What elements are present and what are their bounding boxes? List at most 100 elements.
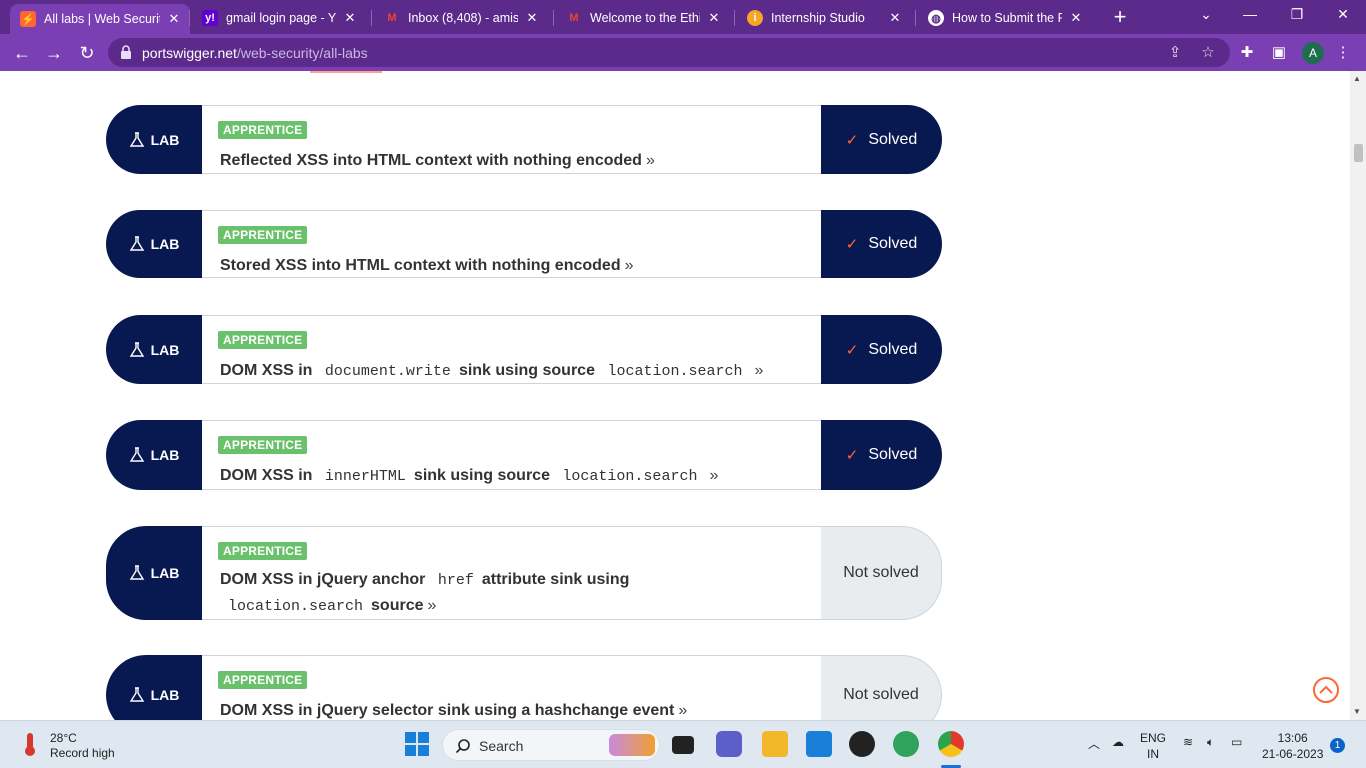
browser-tab[interactable]: ◍ How to Submit the Pr ✕ <box>918 4 1092 32</box>
notification-badge[interactable]: 1 <box>1330 738 1345 753</box>
level-badge: APPRENTICE <box>218 436 308 454</box>
flask-icon <box>129 236 144 251</box>
page-content: LAB APPRENTICE Reflected XSS into HTML con… <box>0 71 1350 720</box>
lab-status-label: Solved <box>868 340 918 358</box>
gmail-icon: M <box>387 12 397 24</box>
tray-overflow-chevron-icon[interactable]: ︿ <box>1088 735 1100 752</box>
browser-toolbar: ← → ↻ portswigger.net/web-security/all-l… <box>0 34 1366 71</box>
dell-icon[interactable] <box>849 731 875 757</box>
lab-card[interactable]: LAB APPRENTICE DOM XSS in jQuery selector … <box>106 655 942 720</box>
yahoo-icon: y! <box>202 10 218 26</box>
side-panel-icon[interactable]: ▣ <box>1268 42 1290 64</box>
lab-title-link[interactable]: DOM XSS in document.write sink using sour… <box>220 358 810 384</box>
lab-title-link[interactable]: DOM XSS in jQuery selector sink using a … <box>220 698 810 720</box>
back-button[interactable]: ← <box>10 41 34 65</box>
close-window-button[interactable]: ✕ <box>1333 6 1353 23</box>
profile-avatar[interactable]: A <box>1302 42 1324 64</box>
minimize-button[interactable]: — <box>1240 6 1260 22</box>
lab-title-link[interactable]: DOM XSS in innerHTML sink using source lo… <box>220 463 810 489</box>
scroll-up-arrow-icon[interactable]: ▲ <box>1353 74 1361 83</box>
search-icon <box>455 739 470 754</box>
lab-card[interactable]: LAB APPRENTICE Stored XSS into HTML contex… <box>106 210 942 278</box>
double-chevron-right-icon: » <box>645 152 655 169</box>
url-host: portswigger.net <box>142 45 237 61</box>
browser-tab[interactable]: ⚡ All labs | Web Security ✕ <box>10 4 190 34</box>
tab-close-icon[interactable]: ✕ <box>1068 10 1084 26</box>
weather-temp: 28°C <box>50 731 77 745</box>
lab-title-link[interactable]: Reflected XSS into HTML context with not… <box>220 148 810 173</box>
heading-remnant <box>310 71 382 73</box>
mail-icon[interactable] <box>806 731 832 757</box>
language-indicator[interactable]: ENG IN <box>1140 730 1166 762</box>
chrome-icon[interactable] <box>938 731 964 757</box>
tab-close-icon[interactable]: ✕ <box>887 10 903 26</box>
thermometer-icon <box>25 733 35 756</box>
address-bar[interactable]: portswigger.net/web-security/all-labs ⇪ … <box>108 38 1230 67</box>
start-button[interactable] <box>404 731 430 757</box>
tab-search-icon[interactable]: ⌄ <box>1196 6 1216 23</box>
flask-icon <box>129 687 144 702</box>
url-path: /web-security/all-labs <box>236 45 368 61</box>
lab-title-text: Stored XSS into HTML context with nothin… <box>220 257 621 274</box>
teams-chat-icon[interactable] <box>716 731 742 757</box>
lab-title-code: href <box>437 572 474 589</box>
menu-kebab-icon[interactable]: ⋮ <box>1332 42 1354 64</box>
edge-icon[interactable] <box>893 731 919 757</box>
scroll-down-arrow-icon[interactable]: ▼ <box>1353 707 1361 716</box>
restore-button[interactable]: ❐ <box>1287 6 1307 23</box>
weather-widget[interactable]: 28°C Record high <box>20 731 115 761</box>
bookmark-star-icon[interactable]: ☆ <box>1198 43 1218 63</box>
flask-icon <box>129 447 144 462</box>
file-explorer-icon[interactable] <box>762 731 788 757</box>
vertical-scrollbar[interactable]: ▲ ▼ <box>1350 71 1366 720</box>
tab-close-icon[interactable]: ✕ <box>342 10 358 26</box>
lab-card[interactable]: LAB APPRENTICE DOM XSS in jQuery anchor hr… <box>106 526 942 620</box>
scroll-to-top-button[interactable] <box>1313 677 1339 703</box>
lab-badge-label: LAB <box>150 236 180 252</box>
tab-close-icon[interactable]: ✕ <box>706 10 722 26</box>
checkmark-icon: ✓ <box>845 341 859 359</box>
lab-status: ✓ Solved <box>821 210 942 278</box>
onedrive-cloud-icon[interactable]: ☁ <box>1112 735 1124 749</box>
browser-tab[interactable]: y! gmail login page - Yah ✕ <box>192 4 366 32</box>
browser-tab[interactable]: M Inbox (8,408) - amisha ✕ <box>374 4 548 32</box>
tab-close-icon[interactable]: ✕ <box>166 11 182 27</box>
tab-title: How to Submit the Pr <box>952 11 1062 25</box>
wifi-icon[interactable]: ≋ <box>1183 735 1193 749</box>
volume-icon[interactable]: 🔈︎ <box>1207 735 1214 750</box>
lab-badge-label: LAB <box>150 341 180 358</box>
clock[interactable]: 13:06 21-06-2023 <box>1262 730 1323 762</box>
lab-title-text: sink using source <box>413 467 550 484</box>
extensions-icon[interactable]: ✚ <box>1236 42 1258 64</box>
lock-icon[interactable] <box>120 44 132 60</box>
lang-top: ENG <box>1140 731 1167 745</box>
lab-title-text: source <box>371 597 424 614</box>
browser-tab[interactable]: i Internship Studio ✕ <box>737 4 911 32</box>
tab-close-icon[interactable]: ✕ <box>524 10 540 26</box>
taskbar-search[interactable]: Search <box>442 729 660 761</box>
level-badge: APPRENTICE <box>218 671 308 689</box>
task-view-icon[interactable] <box>672 736 694 754</box>
lab-badge: LAB <box>106 420 202 490</box>
scrollbar-thumb[interactable] <box>1354 144 1363 162</box>
browser-tab[interactable]: M Welcome to the Ethica ✕ <box>556 4 730 32</box>
gmail-icon: M <box>569 12 579 24</box>
lab-card[interactable]: LAB APPRENTICE DOM XSS in document.write si… <box>106 315 942 384</box>
new-tab-button[interactable]: + <box>1108 5 1132 29</box>
lab-status-label: Solved <box>868 130 918 148</box>
lab-title-link[interactable]: Stored XSS into HTML context with nothin… <box>220 253 810 278</box>
tab-title: Internship Studio <box>771 11 865 25</box>
lab-title-text: sink using source <box>458 362 595 379</box>
level-badge: APPRENTICE <box>218 331 308 349</box>
share-icon[interactable]: ⇪ <box>1165 43 1185 63</box>
lab-title-link[interactable]: DOM XSS in jQuery anchor href attribute s… <box>220 567 810 619</box>
battery-icon[interactable]: ▭ <box>1231 735 1242 749</box>
double-chevron-right-icon: » <box>624 257 634 274</box>
forward-button[interactable]: → <box>42 41 66 65</box>
clock-date: 21-06-2023 <box>1262 747 1324 761</box>
reload-button[interactable]: ↻ <box>75 41 99 65</box>
tab-separator <box>915 10 916 26</box>
lab-card[interactable]: LAB APPRENTICE DOM XSS in innerHTML sink us… <box>106 420 942 490</box>
lab-card[interactable]: LAB APPRENTICE Reflected XSS into HTML con… <box>106 105 942 174</box>
chevron-up-icon <box>1319 685 1333 694</box>
